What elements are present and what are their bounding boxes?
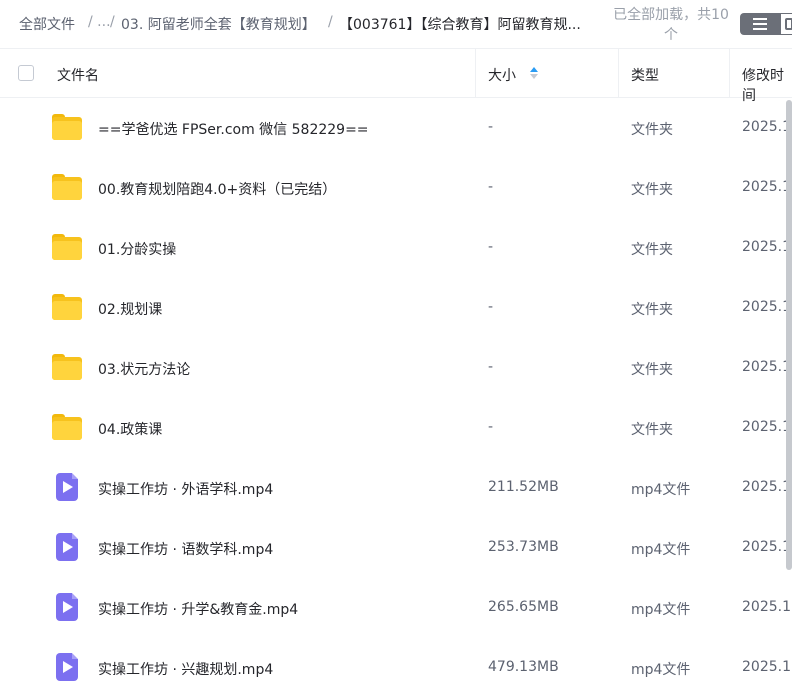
table-row[interactable]: 01.分龄实操 - 文件夹 2025.1 [0,218,792,278]
file-modified: 2025.1 [742,239,791,255]
table-row[interactable]: 实操工作坊 · 升学&教育金.mp4 265.65MB mp4文件 2025.1 [0,578,792,638]
file-type: mp4文件 [631,602,691,618]
file-modified: 2025.1 [742,119,791,135]
file-name[interactable]: 01.分龄实操 [98,239,176,259]
file-type: 文件夹 [631,242,673,258]
file-type: 文件夹 [631,302,673,318]
video-file-icon [56,653,78,681]
sort-desc-icon [530,74,538,79]
column-divider[interactable] [729,49,730,97]
file-name[interactable]: 实操工作坊 · 外语学科.mp4 [98,479,273,499]
file-type: 文件夹 [631,422,673,438]
file-list: ==学爸优选 FPSer.com 微信 582229== - 文件夹 2025.… [0,98,792,698]
file-modified: 2025.1 [742,599,791,615]
select-all-checkbox[interactable] [18,65,34,81]
folder-icon [52,354,82,380]
folder-icon [52,294,82,320]
file-size: 211.52MB [488,479,559,495]
table-row[interactable]: ==学爸优选 FPSer.com 微信 582229== - 文件夹 2025.… [0,98,792,158]
column-header-size[interactable]: 大小 [488,65,516,85]
table-row[interactable]: 04.政策课 - 文件夹 2025.1 [0,398,792,458]
file-name[interactable]: 实操工作坊 · 兴趣规划.mp4 [98,659,273,679]
table-row[interactable]: 03.状元方法论 - 文件夹 2025.1 [0,338,792,398]
table-row[interactable]: 实操工作坊 · 兴趣规划.mp4 479.13MB mp4文件 2025.1 [0,638,792,698]
file-name[interactable]: 实操工作坊 · 语数学科.mp4 [98,539,273,559]
list-view-button[interactable] [740,13,780,35]
table-row[interactable]: 00.教育规划陪跑4.0+资料（已完结） - 文件夹 2025.1 [0,158,792,218]
file-name[interactable]: ==学爸优选 FPSer.com 微信 582229== [98,119,369,139]
column-header-type[interactable]: 类型 [631,65,659,85]
sort-asc-icon [530,67,538,72]
sort-icon[interactable] [529,67,539,81]
file-size: 479.13MB [488,659,559,675]
video-file-icon [56,473,78,501]
breadcrumb-separator: / [328,14,333,30]
breadcrumb-bar: 全部文件 / ... / 03. 阿留老师全套【教育规划】 / 【003761】… [0,0,792,48]
column-header-name[interactable]: 文件名 [57,65,99,85]
folder-icon [52,174,82,200]
folder-icon [52,234,82,260]
file-size: - [488,299,494,315]
file-modified: 2025.1 [742,299,791,315]
file-size: - [488,239,494,255]
column-divider[interactable] [475,49,476,97]
file-size: - [488,359,494,375]
file-modified: 2025.1 [742,419,791,435]
file-modified: 2025.1 [742,539,791,555]
file-modified: 2025.1 [742,479,791,495]
file-modified: 2025.1 [742,359,791,375]
table-row[interactable]: 实操工作坊 · 外语学科.mp4 211.52MB mp4文件 2025.1 [0,458,792,518]
folder-icon [52,114,82,140]
file-modified: 2025.1 [742,179,791,195]
file-type: mp4文件 [631,482,691,498]
file-name[interactable]: 04.政策课 [98,419,162,439]
file-type: 文件夹 [631,182,673,198]
vertical-scrollbar[interactable] [786,100,792,570]
file-name[interactable]: 02.规划课 [98,299,162,319]
breadcrumb-parent[interactable]: 03. 阿留老师全套【教育规划】 [121,14,316,34]
list-icon [753,18,767,30]
loaded-count-text: 已全部加载，共10个 [613,7,729,43]
grid-icon [785,18,792,30]
file-size: - [488,179,494,195]
file-name[interactable]: 03.状元方法论 [98,359,190,379]
table-row[interactable]: 实操工作坊 · 语数学科.mp4 253.73MB mp4文件 2025.1 [0,518,792,578]
video-file-icon [56,533,78,561]
file-size: 253.73MB [488,539,559,555]
file-name[interactable]: 00.教育规划陪跑4.0+资料（已完结） [98,179,336,199]
breadcrumb-root[interactable]: 全部文件 [19,14,75,34]
breadcrumb-current: 【003761】【综合教育】阿留教育规... [339,17,581,33]
breadcrumb-ellipsis[interactable]: / ... [88,14,111,30]
file-type: 文件夹 [631,122,673,138]
file-type: mp4文件 [631,662,691,678]
table-row[interactable]: 02.规划课 - 文件夹 2025.1 [0,278,792,338]
breadcrumb-separator: / [110,14,115,30]
file-modified: 2025.1 [742,659,791,675]
file-size: - [488,419,494,435]
column-divider[interactable] [618,49,619,97]
folder-icon [52,414,82,440]
file-type: 文件夹 [631,362,673,378]
file-size: 265.65MB [488,599,559,615]
table-header: 文件名 大小 类型 修改时间 [0,48,792,104]
grid-view-button[interactable] [780,13,792,35]
file-name[interactable]: 实操工作坊 · 升学&教育金.mp4 [98,599,298,619]
video-file-icon [56,593,78,621]
file-type: mp4文件 [631,542,691,558]
file-size: - [488,119,494,135]
